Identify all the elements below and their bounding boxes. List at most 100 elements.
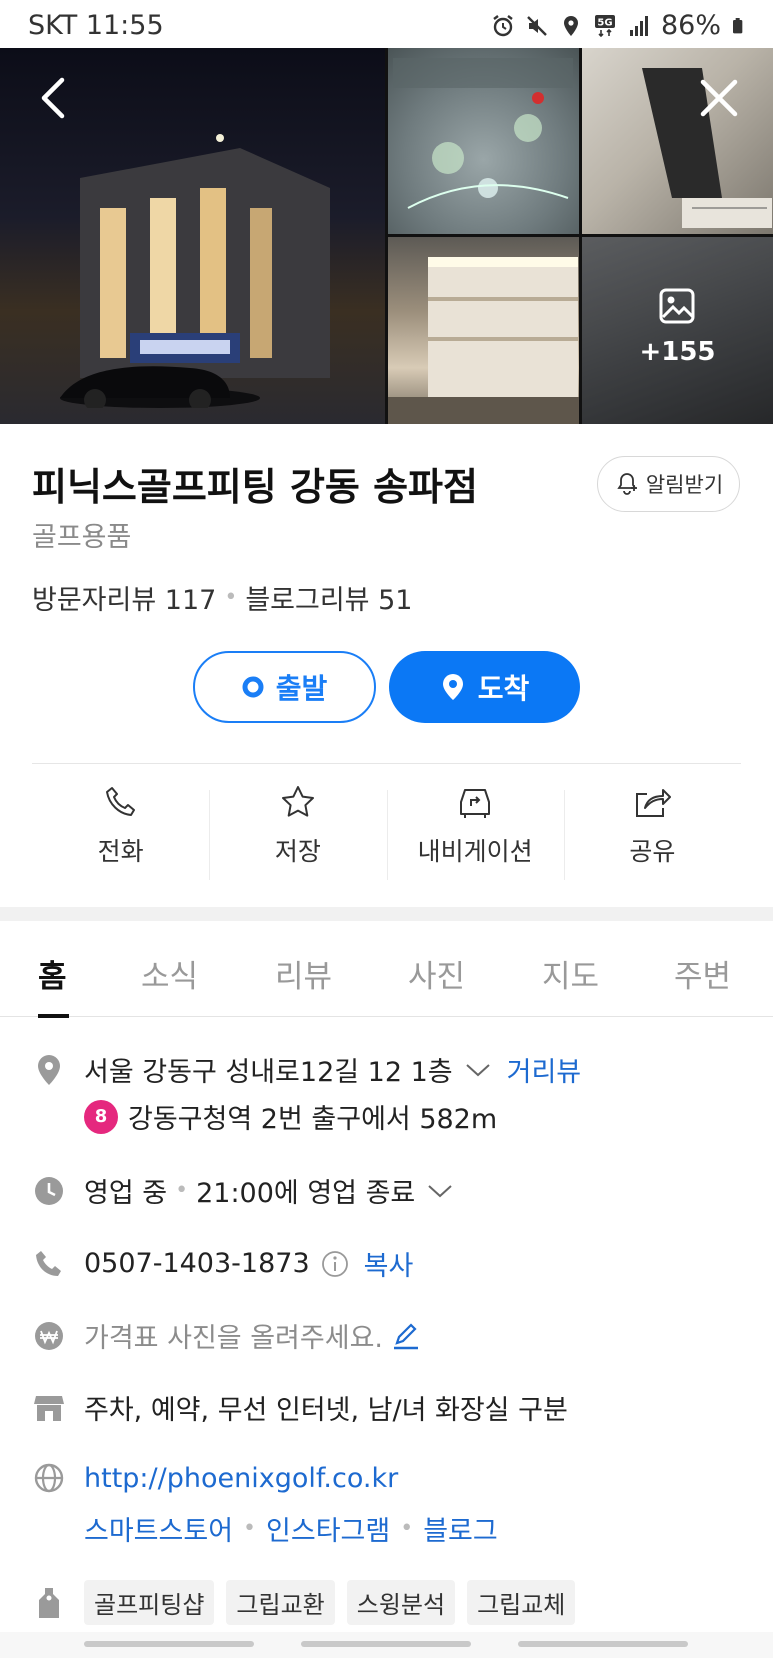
analyzer-screen-image — [393, 58, 573, 209]
photo-more-count: +155 — [639, 337, 716, 367]
hours-row[interactable]: 영업 중 • 21:00에 영업 종료 — [32, 1171, 741, 1210]
smartstore-link[interactable]: 스마트스토어 — [84, 1509, 233, 1548]
social-links-row: 스마트스토어 • 인스타그램 • 블로그 — [84, 1509, 773, 1548]
edit-pencil-icon[interactable] — [391, 1321, 421, 1351]
blog-link[interactable]: 블로그 — [423, 1509, 498, 1548]
photo-interior[interactable] — [388, 237, 579, 424]
chevron-down-icon[interactable] — [463, 1060, 493, 1080]
share-icon — [636, 789, 672, 817]
keyword-tag[interactable]: 그립교체 — [467, 1580, 576, 1625]
close-icon[interactable] — [695, 74, 743, 122]
back-arrow-icon[interactable] — [32, 74, 80, 122]
store-icon — [32, 1391, 66, 1425]
gesture-handle[interactable] — [301, 1641, 471, 1647]
hours-status: 영업 중 — [84, 1178, 168, 1209]
photo-club-measure[interactable] — [582, 48, 773, 234]
phone-number[interactable]: 0507-1403-1873 — [84, 1248, 310, 1279]
call-button[interactable]: 전화 — [32, 784, 209, 884]
route-start-button[interactable]: 출발 — [193, 651, 376, 723]
interior-shelves-image — [388, 257, 579, 424]
price-prompt: 가격표 사진을 올려주세요. — [84, 1323, 383, 1354]
storefront-image — [60, 134, 330, 408]
tag-icon — [32, 1586, 66, 1620]
separator-dot: • — [224, 585, 238, 610]
navigation-label: 내비게이션 — [417, 837, 533, 866]
gesture-handle[interactable] — [84, 1641, 254, 1647]
route-end-button[interactable]: 도착 — [389, 651, 580, 723]
location-icon — [563, 15, 578, 36]
tab-nearby[interactable]: 주변 — [674, 951, 731, 996]
copy-button[interactable]: 복사 — [364, 1244, 414, 1283]
section-separator — [0, 907, 773, 921]
amenities-text: 주차, 예약, 무선 인터넷, 남/녀 화장실 구분 — [84, 1395, 568, 1426]
blog-reviews-link[interactable]: 블로그리뷰 51 — [245, 578, 412, 617]
place-title: 피닉스골프피팅 강동 송파점 — [32, 465, 478, 509]
photo-swing-analyzer[interactable] — [388, 48, 579, 234]
gallery-image-icon — [659, 288, 695, 324]
status-carrier-time: SKT 11:55 — [28, 10, 164, 41]
subway-line-badge: 8 — [84, 1099, 118, 1134]
keyword-tag[interactable]: 골프피팅샵 — [84, 1580, 215, 1625]
subway-direction-text: 강동구청역 2번 출구에서 582m — [128, 1104, 498, 1135]
address-row: 서울 강동구 성내로12길 12 1층 거리뷰 — [32, 1050, 741, 1089]
divider — [32, 763, 741, 764]
separator-dot: • — [175, 1178, 189, 1203]
tags-row: 골프피팅샵 그립교환 스윙분석 그립교체 — [32, 1580, 741, 1625]
phone-icon — [32, 1247, 66, 1281]
share-button[interactable]: 공유 — [563, 784, 741, 884]
active-tab-indicator — [38, 1014, 69, 1018]
chevron-down-icon[interactable] — [425, 1181, 455, 1201]
tab-map[interactable]: 지도 — [542, 951, 599, 996]
start-dot-icon — [242, 676, 264, 698]
subway-row: 8 강동구청역 2번 출구에서 582m — [84, 1097, 773, 1136]
club-gauge-image — [642, 68, 772, 228]
star-icon — [281, 786, 314, 817]
website-row: http://phoenixgolf.co.kr — [32, 1461, 741, 1495]
save-button[interactable]: 저장 — [209, 784, 386, 884]
keyword-tag[interactable]: 스윙분석 — [346, 1580, 456, 1625]
street-view-link[interactable]: 거리뷰 — [507, 1050, 582, 1089]
visitor-reviews-link[interactable]: 방문자리뷰 117 — [32, 578, 216, 617]
globe-icon — [32, 1461, 66, 1495]
separator-dot: • — [243, 1516, 257, 1541]
car-navigation-icon — [460, 789, 491, 818]
photo-gallery[interactable]: +155 — [0, 48, 773, 424]
review-summary: 방문자리뷰 117 • 블로그리뷰 51 — [32, 578, 412, 617]
instagram-link[interactable]: 인스타그램 — [266, 1509, 390, 1548]
navigation-button[interactable]: 내비게이션 — [386, 784, 564, 884]
bell-plus-icon — [617, 473, 637, 495]
photo-more[interactable]: +155 — [582, 237, 773, 424]
amenities-row: 주차, 예약, 무선 인터넷, 남/녀 화장실 구분 — [32, 1388, 741, 1427]
hours-detail: 21:00에 영업 종료 — [196, 1178, 416, 1209]
route-end-label: 도착 — [477, 672, 530, 705]
tab-home[interactable]: 홈 — [38, 951, 67, 996]
gesture-bar — [0, 1632, 773, 1658]
mute-icon — [527, 15, 547, 36]
tab-photos[interactable]: 사진 — [408, 951, 465, 996]
save-label: 저장 — [274, 837, 321, 866]
website-link[interactable]: http://phoenixgolf.co.kr — [84, 1463, 398, 1494]
price-row[interactable]: 가격표 사진을 올려주세요. — [32, 1316, 741, 1355]
clock-icon — [32, 1174, 66, 1208]
keyword-tag[interactable]: 그립교환 — [226, 1580, 335, 1625]
signal-icon — [629, 15, 648, 36]
destination-pin-icon — [442, 674, 463, 700]
5g-icon: 5G — [594, 14, 615, 37]
share-label: 공유 — [629, 837, 676, 866]
separator-dot: • — [400, 1516, 414, 1541]
info-icon[interactable] — [320, 1249, 350, 1279]
status-bar: SKT 11:55 5G 86% — [0, 0, 773, 48]
action-bar: 전화 저장 내비게이션 공유 — [32, 784, 741, 884]
gesture-handle[interactable] — [518, 1641, 688, 1647]
notify-button[interactable]: 알림받기 — [597, 456, 740, 512]
map-pin-icon — [32, 1053, 66, 1087]
tab-news[interactable]: 소식 — [141, 951, 198, 996]
phone-icon — [105, 787, 135, 816]
won-icon — [32, 1319, 66, 1353]
tab-reviews[interactable]: 리뷰 — [275, 951, 332, 996]
battery-icon — [733, 17, 743, 33]
alarm-icon — [493, 14, 513, 36]
route-start-label: 출발 — [275, 672, 328, 705]
svg-text:5G: 5G — [597, 17, 612, 28]
phone-row: 0507-1403-1873 복사 — [32, 1244, 741, 1283]
